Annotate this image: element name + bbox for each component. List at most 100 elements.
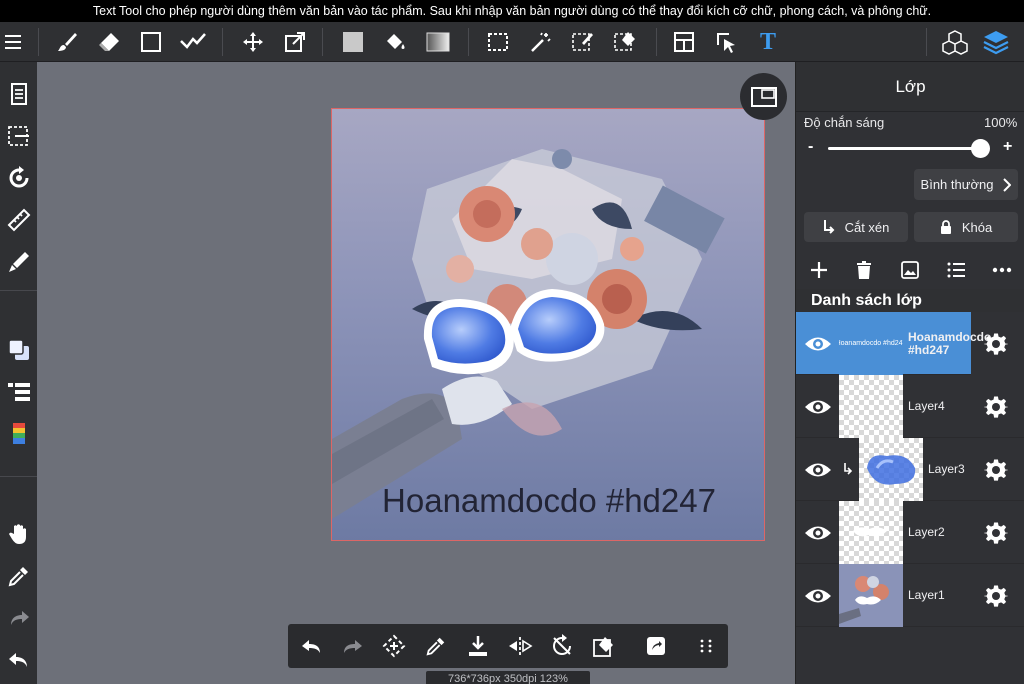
layer-thumbnail: [839, 564, 903, 627]
left-rail: [0, 62, 37, 684]
toolbar-divider: [468, 28, 469, 56]
blend-mode-label: Bình thường: [920, 177, 994, 192]
panel-title: Lớp: [796, 62, 1024, 112]
shape-rect-icon[interactable]: [134, 22, 168, 62]
eye-icon[interactable]: [800, 326, 836, 362]
save-icon[interactable]: [458, 624, 498, 668]
opacity-slider[interactable]: [828, 139, 990, 158]
share-icon[interactable]: [636, 624, 676, 668]
layer-thumbnail: [859, 438, 923, 501]
layer-image-icon[interactable]: [895, 256, 925, 284]
artwork-canvas[interactable]: Hoanamdocdo #hd247: [331, 108, 765, 541]
opacity-label: Độ chắn sáng: [804, 115, 885, 130]
selection-icon[interactable]: [0, 118, 37, 154]
toolbar-divider: [38, 28, 39, 56]
rotate-canvas-icon[interactable]: [0, 160, 37, 196]
layer-list-icon[interactable]: [0, 374, 37, 410]
correction-icon[interactable]: [176, 22, 210, 62]
eye-icon[interactable]: [800, 389, 836, 425]
clip-indicator-icon: [843, 462, 853, 476]
layer-name: Layer1: [908, 588, 945, 602]
bouquet-photo: Hoanamdocdo #hd247: [332, 109, 764, 540]
select-rect-icon[interactable]: [481, 22, 515, 62]
magic-wand-icon[interactable]: [524, 22, 558, 62]
layer-thumbnail: [839, 501, 903, 564]
chevron-right-icon: [1003, 177, 1012, 192]
layer-row-hoanamdocdo[interactable]: Hoanamdocdo #hd247 Hoanamdocdo #hd247: [796, 312, 1024, 375]
eye-icon[interactable]: [800, 578, 836, 614]
menu-icon[interactable]: [0, 22, 26, 62]
gear-icon[interactable]: [978, 326, 1014, 362]
move-icon[interactable]: [236, 22, 270, 62]
select-eraser-icon[interactable]: [608, 22, 642, 62]
layer-thumbnail: Hoanamdocdo #hd247: [839, 312, 903, 375]
layer-row-layer2[interactable]: Layer2: [796, 501, 1024, 564]
layer-row-layer4[interactable]: Layer4: [796, 375, 1024, 438]
toolbar-divider: [656, 28, 657, 56]
gear-icon[interactable]: [978, 452, 1014, 488]
layer-name: Layer2: [908, 525, 945, 539]
text-tool-icon[interactable]: T: [751, 22, 785, 62]
palette-icon[interactable]: [0, 416, 37, 452]
lock-button[interactable]: Khóa: [914, 212, 1018, 242]
opacity-plus-button[interactable]: +: [1003, 138, 1012, 156]
more-options-icon[interactable]: [987, 256, 1017, 284]
toolbar-divider: [322, 28, 323, 56]
layer-thumbnail-text: Hoanamdocdo #hd247: [839, 340, 903, 347]
fill-color-icon[interactable]: [336, 22, 370, 62]
eye-icon[interactable]: [800, 452, 836, 488]
opacity-slider-fill: [828, 147, 988, 150]
gradient-icon[interactable]: [421, 22, 455, 62]
info-message: Text Tool cho phép người dùng thêm văn b…: [92, 4, 932, 18]
blend-mode-button[interactable]: Bình thường: [914, 169, 1018, 200]
frame-divider-icon[interactable]: [667, 22, 701, 62]
redo-icon[interactable]: [0, 600, 37, 636]
gear-icon[interactable]: [978, 578, 1014, 614]
clip-button[interactable]: Cắt xén: [804, 212, 908, 242]
rotate-icon[interactable]: [542, 624, 582, 668]
layer-list-header: Danh sách lớp: [796, 289, 1024, 313]
canvas-text[interactable]: Hoanamdocdo #hd247: [382, 482, 716, 519]
eyedropper-icon[interactable]: [416, 624, 456, 668]
layer-row-layer3[interactable]: Layer3: [796, 438, 1024, 501]
lock-label: Khóa: [961, 219, 993, 235]
opacity-slider-thumb[interactable]: [971, 139, 990, 158]
bottom-toolbar: [288, 624, 728, 668]
flip-icon[interactable]: [500, 624, 540, 668]
layer-list-icon[interactable]: [941, 256, 971, 284]
eraser-icon[interactable]: [92, 22, 126, 62]
transform-icon[interactable]: [278, 22, 312, 62]
bucket-icon[interactable]: [378, 22, 412, 62]
color-icon[interactable]: [0, 332, 37, 368]
view-toggle-icon[interactable]: [740, 73, 787, 120]
redo-icon[interactable]: [332, 624, 372, 668]
toolbar-divider: [926, 28, 927, 56]
rail-divider: [0, 290, 37, 291]
file-icon[interactable]: [0, 76, 37, 112]
eyedropper-icon[interactable]: [0, 558, 37, 594]
top-toolbar: T: [0, 22, 1024, 62]
delete-layer-icon[interactable]: [849, 256, 879, 284]
layers-icon[interactable]: [979, 22, 1013, 62]
operation-icon[interactable]: [709, 22, 743, 62]
material-icon[interactable]: [938, 22, 972, 62]
rail-divider: [0, 476, 37, 477]
undo-icon[interactable]: [292, 624, 332, 668]
more-grid-icon[interactable]: [686, 624, 726, 668]
undo-icon[interactable]: [0, 642, 37, 678]
eraser-icon[interactable]: [584, 624, 624, 668]
info-bar: Text Tool cho phép người dùng thêm văn b…: [0, 0, 1024, 22]
select-pen-icon[interactable]: [566, 22, 600, 62]
gear-icon[interactable]: [978, 389, 1014, 425]
gear-icon[interactable]: [978, 515, 1014, 551]
opacity-minus-button[interactable]: -: [808, 138, 813, 156]
snap-icon[interactable]: [0, 244, 37, 280]
add-layer-icon[interactable]: [804, 256, 834, 284]
hand-icon[interactable]: [0, 516, 37, 552]
clip-label: Cắt xén: [844, 219, 890, 235]
eye-icon[interactable]: [800, 515, 836, 551]
layer-row-layer1[interactable]: Layer1: [796, 564, 1024, 627]
ruler-icon[interactable]: [0, 202, 37, 238]
brush-icon[interactable]: [50, 22, 84, 62]
transform-icon[interactable]: [374, 624, 414, 668]
